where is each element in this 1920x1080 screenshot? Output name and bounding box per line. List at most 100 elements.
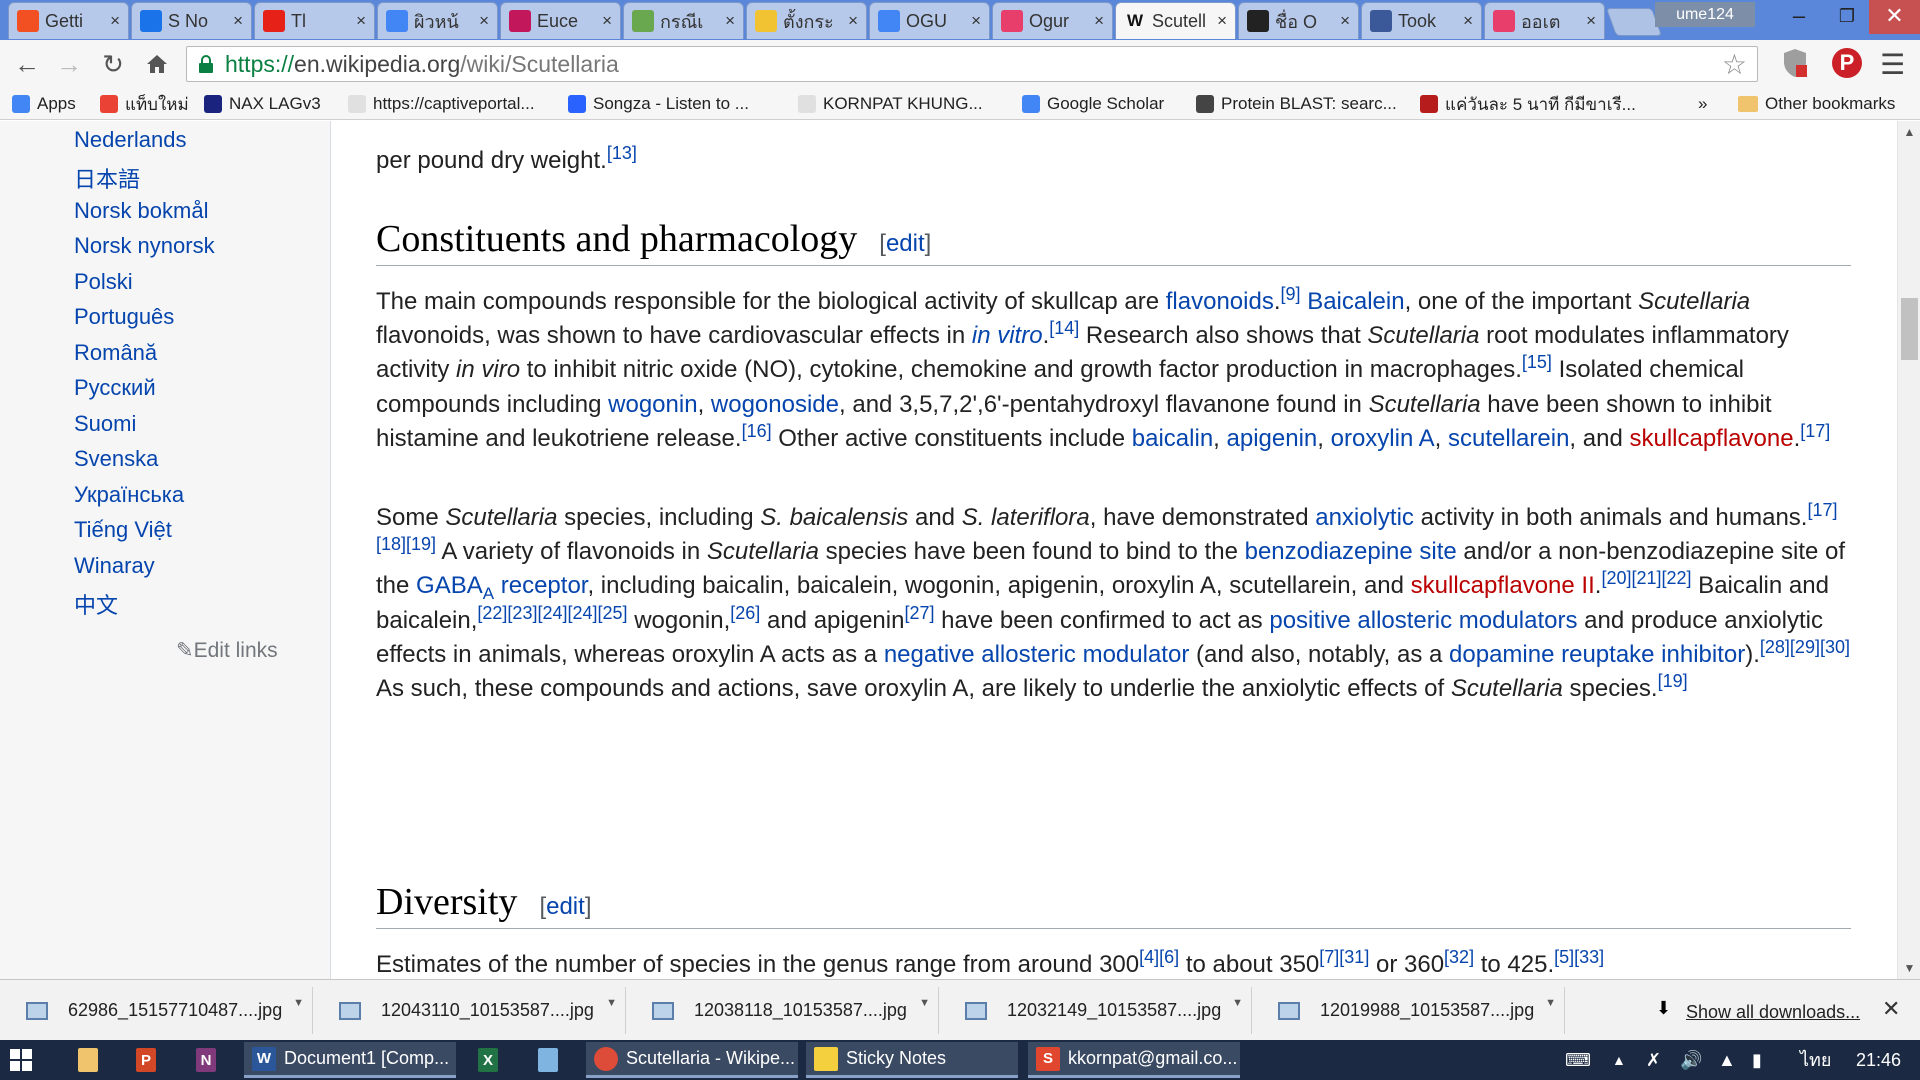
taskbar-pin-file-explorer[interactable]: [70, 1042, 106, 1078]
tab-close-icon[interactable]: ×: [848, 11, 858, 31]
scroll-down-icon[interactable]: ▼: [1898, 959, 1920, 977]
bookmark-item[interactable]: แท็บใหม่: [100, 91, 189, 117]
tab-close-icon[interactable]: ×: [356, 11, 366, 31]
citation-link[interactable]: [9]: [1281, 284, 1301, 304]
download-item[interactable]: 62986_15157710487....jpg ▼: [8, 987, 313, 1034]
show-hidden-icons-icon[interactable]: ▲: [1612, 1040, 1626, 1080]
bookmark-item[interactable]: Protein BLAST: searc...: [1196, 91, 1397, 117]
browser-tab[interactable]: กรณีเ ×: [623, 2, 744, 39]
language-link[interactable]: 中文: [74, 588, 118, 620]
edit-links-link[interactable]: ✎Edit links: [176, 638, 278, 663]
browser-tab[interactable]: S No ×: [131, 2, 252, 39]
more-bookmarks-button[interactable]: »: [1698, 91, 1707, 117]
browser-tab[interactable]: ผิวหน้ ×: [377, 2, 498, 39]
download-item[interactable]: 12043110_10153587....jpg ▼: [321, 987, 626, 1034]
home-button[interactable]: [140, 47, 174, 81]
language-link[interactable]: Română: [74, 340, 157, 366]
taskbar-window-button[interactable]: Skkornpat@gmail.co...: [1028, 1042, 1240, 1078]
bookmark-item[interactable]: Apps: [12, 91, 76, 117]
browser-tab[interactable]: OGU ×: [869, 2, 990, 39]
language-link[interactable]: Svenska: [74, 446, 158, 472]
citation-link[interactable]: [17]: [1800, 421, 1830, 441]
download-menu-icon[interactable]: ▼: [293, 997, 304, 1009]
browser-tab[interactable]: ชื่อ O ×: [1238, 2, 1359, 39]
reload-button[interactable]: ↻: [96, 47, 130, 81]
pinterest-icon[interactable]: P: [1832, 48, 1862, 78]
link-positive-allosteric-modulators[interactable]: positive allosteric modulators: [1269, 607, 1577, 634]
bookmark-item[interactable]: แค่วันละ 5 นาที กีมีขาเรี...: [1420, 91, 1636, 117]
extension-shield-icon[interactable]: [1782, 48, 1808, 78]
language-link[interactable]: Português: [74, 304, 174, 330]
minimize-button[interactable]: –: [1775, 0, 1823, 34]
keyboard-icon[interactable]: ⌨: [1565, 1040, 1591, 1080]
show-all-downloads-link[interactable]: Show all downloads...: [1686, 1002, 1860, 1023]
link-skullcapflavone-ii[interactable]: skullcapflavone II: [1411, 572, 1595, 599]
link-skullcapflavone[interactable]: skullcapflavone: [1629, 425, 1793, 452]
browser-tab[interactable]: W Scutell ×: [1115, 2, 1236, 39]
link-gaba-a-receptor[interactable]: GABAA receptor: [416, 572, 587, 602]
link-flavonoids[interactable]: flavonoids: [1166, 288, 1274, 315]
bookmark-item[interactable]: NAX LAGv3: [204, 91, 321, 117]
bookmark-item[interactable]: KORNPAT KHUNG...: [798, 91, 983, 117]
close-download-shelf-icon[interactable]: ✕: [1882, 996, 1900, 1022]
link-dopamine-reuptake-inhibitor[interactable]: dopamine reuptake inhibitor: [1449, 641, 1745, 668]
bookmark-item[interactable]: Songza - Listen to ...: [568, 91, 749, 117]
download-menu-icon[interactable]: ▼: [1545, 997, 1556, 1009]
section-edit-link[interactable]: edit: [546, 893, 585, 920]
citation-link[interactable]: [14]: [1049, 318, 1079, 338]
input-language[interactable]: ไทย: [1800, 1040, 1831, 1080]
citation-link[interactable]: [13]: [607, 143, 637, 163]
taskbar-window-button[interactable]: Scutellaria - Wikipe...: [586, 1042, 798, 1078]
restore-button[interactable]: ❐: [1823, 0, 1871, 34]
bookmark-star-icon[interactable]: ☆: [1722, 48, 1747, 81]
browser-tab[interactable]: ตั้งกระ ×: [746, 2, 867, 39]
tab-close-icon[interactable]: ×: [1094, 11, 1104, 31]
tab-close-icon[interactable]: ×: [1463, 11, 1473, 31]
link-negative-allosteric-modulator[interactable]: negative allosteric modulator: [884, 641, 1190, 668]
new-tab-button[interactable]: [1605, 8, 1663, 36]
link-wogonoside[interactable]: wogonoside: [711, 391, 839, 418]
download-menu-icon[interactable]: ▼: [606, 997, 617, 1009]
language-link[interactable]: Українська: [74, 482, 184, 508]
browser-tab[interactable]: Euce ×: [500, 2, 621, 39]
tab-close-icon[interactable]: ×: [725, 11, 735, 31]
language-link[interactable]: Nederlands: [74, 127, 187, 153]
link-wogonin[interactable]: wogonin: [608, 391, 697, 418]
tab-close-icon[interactable]: ×: [1340, 11, 1350, 31]
tab-close-icon[interactable]: ×: [1217, 11, 1227, 31]
close-window-button[interactable]: ✕: [1869, 0, 1920, 34]
page-scrollbar[interactable]: ▲ ▼: [1897, 121, 1920, 979]
citation-link[interactable]: [17][18][19]: [376, 500, 1838, 554]
browser-tab[interactable]: Took ×: [1361, 2, 1482, 39]
download-menu-icon[interactable]: ▼: [919, 997, 930, 1009]
taskbar-pin-excel[interactable]: X: [470, 1042, 506, 1078]
citation-link[interactable]: [15]: [1522, 352, 1552, 372]
link-anxiolytic[interactable]: anxiolytic: [1315, 504, 1414, 531]
bookmark-item[interactable]: https://captiveportal...: [348, 91, 535, 117]
link-apigenin[interactable]: apigenin: [1227, 425, 1318, 452]
chrome-menu-icon[interactable]: ☰: [1880, 48, 1905, 81]
tab-close-icon[interactable]: ×: [110, 11, 120, 31]
tab-close-icon[interactable]: ×: [479, 11, 489, 31]
taskbar-window-button[interactable]: W Document1 [Comp...: [244, 1042, 456, 1078]
citation-link[interactable]: [28][29][30]: [1760, 637, 1850, 657]
citation-link[interactable]: [20][21][22]: [1601, 568, 1691, 588]
download-item[interactable]: 12019988_10153587....jpg ▼: [1260, 987, 1565, 1034]
tab-close-icon[interactable]: ×: [1586, 11, 1596, 31]
language-link[interactable]: Polski: [74, 269, 133, 295]
language-link[interactable]: Norsk bokmål: [74, 198, 208, 224]
tab-close-icon[interactable]: ×: [602, 11, 612, 31]
citation-link[interactable]: [16]: [742, 421, 772, 441]
taskbar-window-button[interactable]: Sticky Notes: [806, 1042, 1018, 1078]
link-baicalein[interactable]: Baicalein: [1307, 288, 1404, 315]
address-bar[interactable]: https://en.wikipedia.org/wiki/Scutellari…: [186, 46, 1758, 82]
browser-tab[interactable]: Getti ×: [8, 2, 129, 39]
link-scutellarein[interactable]: scutellarein: [1448, 425, 1569, 452]
language-link[interactable]: Winaray: [74, 553, 155, 579]
section-edit-link[interactable]: edit: [886, 230, 925, 257]
scroll-up-icon[interactable]: ▲: [1898, 123, 1920, 141]
scrollbar-thumb[interactable]: [1901, 298, 1918, 360]
taskbar-pin-app[interactable]: [530, 1042, 566, 1078]
tab-close-icon[interactable]: ×: [233, 11, 243, 31]
start-button[interactable]: [10, 1042, 46, 1078]
